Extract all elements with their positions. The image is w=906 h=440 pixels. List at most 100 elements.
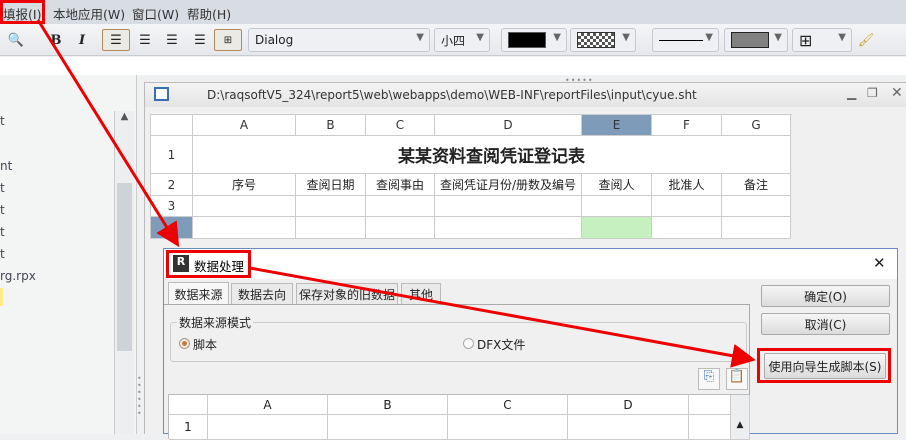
row-header[interactable]: 4 [151,217,193,239]
report-title-cell[interactable]: 某某资料查阅凭证登记表 [193,136,791,174]
scrollbar[interactable]: ▲ [114,111,134,434]
header-cell[interactable]: 查阅人 [582,174,652,196]
align-center-icon[interactable]: ☰ [134,29,156,51]
data-cell[interactable] [296,217,366,239]
tree-item[interactable]: t [0,114,5,128]
print-preview-icon[interactable]: 🔍 [6,29,26,51]
script-cell[interactable] [208,415,328,440]
column-header[interactable] [689,395,731,415]
header-cell[interactable]: 备注 [722,174,791,196]
format-brush-icon[interactable]: 🖌 [856,29,876,51]
data-cell[interactable] [366,196,435,217]
corner-cell[interactable] [169,395,208,415]
radio-script[interactable] [179,338,190,349]
script-cell[interactable] [689,415,731,440]
tab-other[interactable]: 其他 [401,283,441,304]
line-color-select[interactable]: ▼ [724,28,788,52]
column-header[interactable]: E [582,115,652,136]
script-cell[interactable] [568,415,689,440]
bold-button[interactable]: B [46,29,66,51]
data-cell[interactable] [435,196,582,217]
header-cell[interactable]: 查阅日期 [296,174,366,196]
color-swatch [508,32,546,48]
dialog-title-bar: R 数据处理 ✕ [164,249,897,279]
paste-icon[interactable]: 📋 [726,368,748,390]
menu-bar: 填报(I) 本地应用(W) 窗口(W) 帮助(H) [0,0,906,24]
data-cell[interactable] [652,217,722,239]
header-cell[interactable]: 查阅事由 [366,174,435,196]
column-header[interactable]: C [366,115,435,136]
tree-item[interactable]: t [0,225,5,239]
data-cell[interactable] [652,196,722,217]
radio-script-label[interactable]: 脚本 [193,336,217,353]
menu-local-apps[interactable]: 本地应用(W) [53,4,125,23]
radio-dfx[interactable] [463,338,474,349]
column-header[interactable]: B [328,395,448,415]
column-header[interactable]: G [722,115,791,136]
data-cell[interactable] [366,217,435,239]
column-header[interactable]: D [568,395,689,415]
data-cell[interactable] [435,217,582,239]
row-header[interactable]: 1 [169,415,208,440]
font-color-select[interactable]: ▼ [501,28,567,52]
tab-data-target[interactable]: 数据去向 [231,283,293,304]
row-header[interactable]: 3 [151,196,193,217]
tree-item[interactable]: t [0,181,5,195]
menu-window[interactable]: 窗口(W) [132,4,179,23]
data-cell[interactable] [722,196,791,217]
tree-item[interactable]: t [0,203,5,217]
header-cell[interactable]: 批准人 [652,174,722,196]
data-cell[interactable] [582,217,652,239]
restore-icon[interactable]: ❐ [867,86,878,100]
align-justify-icon[interactable]: ☰ [189,29,211,51]
data-cell[interactable] [296,196,366,217]
tree-item[interactable]: t [0,247,5,261]
menu-help[interactable]: 帮助(H) [187,4,231,23]
splitter-handle[interactable]: • • • • • • [137,375,142,418]
column-header[interactable]: D [435,115,582,136]
align-right-icon[interactable]: ☰ [161,29,183,51]
column-header[interactable]: F [652,115,722,136]
row-header[interactable]: 1 [151,136,193,174]
header-cell[interactable]: 序号 [193,174,296,196]
data-cell[interactable] [722,217,791,239]
tab-data-source[interactable]: 数据来源 [168,282,229,305]
scrollbar-thumb[interactable] [117,183,132,351]
data-cell[interactable] [582,196,652,217]
scroll-up-icon[interactable]: ▲ [115,111,134,122]
corner-cell[interactable] [151,115,193,136]
header-cell[interactable]: 查阅凭证月份/册数及编号 [435,174,582,196]
line-style-select[interactable]: ▼ [652,28,719,52]
font-size-select[interactable]: 小四 ▼ [434,28,490,52]
tab-old-data[interactable]: 保存对象的旧数据 [296,283,398,304]
column-header[interactable]: A [208,395,328,415]
italic-button[interactable]: I [72,29,92,51]
cancel-button[interactable]: 取消(C) [761,313,890,335]
dialog-close-icon[interactable]: ✕ [873,254,886,272]
minimize-icon[interactable]: ▁ [847,86,856,100]
radio-dfx-label[interactable]: DFX文件 [477,336,525,353]
sheet-grid[interactable]: A B C D E F G 1 2 3 4 某某资料查阅凭证登记表 序号 查阅日期 查阅事由 查阅凭证月份/册… [150,114,792,239]
column-header[interactable]: A [193,115,296,136]
tree-item[interactable]: rg.rpx [0,269,36,283]
copy-icon[interactable]: ⎘ [698,368,720,390]
align-left-icon[interactable]: ☰ [102,29,130,51]
wizard-generate-script-button[interactable]: 使用向导生成脚本(S) [764,353,886,379]
background-pattern-select[interactable]: ▼ [570,28,636,52]
scroll-up-icon[interactable]: ▲ [731,395,750,440]
menu-fill-report[interactable]: 填报(I) [3,4,41,23]
ok-button[interactable]: 确定(O) [761,285,890,307]
close-icon[interactable]: ✕ [891,85,903,101]
script-grid[interactable]: A B C D 1 ▲ [168,394,750,440]
border-select[interactable]: ⊞ ▼ [792,28,852,52]
column-header[interactable]: B [296,115,366,136]
row-header[interactable]: 2 [151,174,193,196]
data-cell[interactable] [193,196,296,217]
text-wrap-icon[interactable]: ⊞ [214,29,242,51]
script-cell[interactable] [448,415,568,440]
tree-item[interactable]: nt [0,159,12,173]
font-family-select[interactable]: Dialog ▼ [248,28,430,52]
data-cell[interactable] [193,217,296,239]
script-cell[interactable] [328,415,448,440]
column-header[interactable]: C [448,395,568,415]
